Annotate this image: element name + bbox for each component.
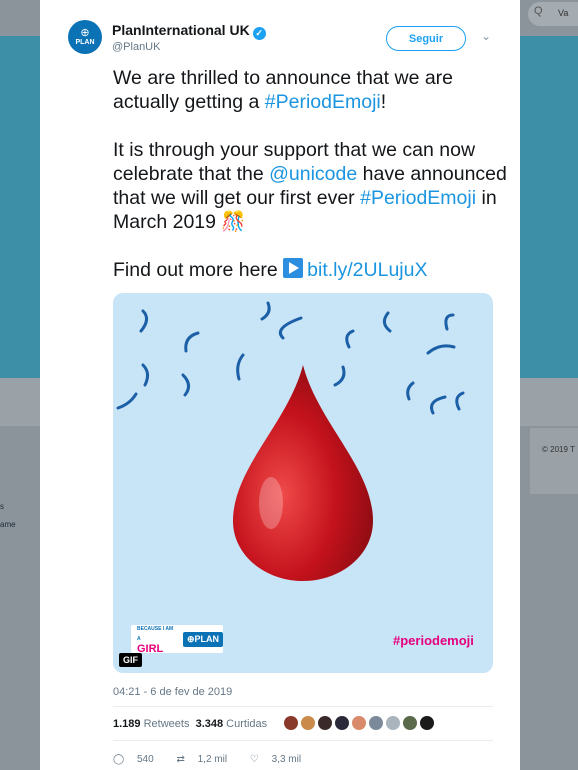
confetti-decoration [116,301,465,415]
liker-avatar[interactable] [301,716,315,730]
divider [113,740,493,741]
profile-banner-left [0,36,40,378]
divider [113,706,493,707]
tweet-media-gif[interactable]: BECAUSE I AM A GIRL ⊕PLAN #periodemoji GI… [113,293,493,673]
author-handle[interactable]: @PlanUK [112,41,160,53]
liker-avatar[interactable] [420,716,434,730]
background-search-text: Va [558,8,569,18]
retweet-button[interactable]: ⇄ 1,2 mil [176,754,237,765]
tweet-actions: ◯ 540 ⇄ 1,2 mil ♡ 3,3 mil [113,754,321,765]
media-hashtag-text: #periodemoji [393,633,474,648]
liker-avatar[interactable] [352,716,366,730]
retweets-label[interactable]: Retweets [144,718,190,730]
liker-avatar[interactable] [284,716,298,730]
play-button-icon [283,258,304,278]
tweet-text: We are thrilled to announce that we are … [113,66,508,282]
hashtag-link[interactable]: #PeriodEmoji [265,91,381,113]
retweet-icon: ⇄ [176,754,185,765]
profile-nav-band-left [0,378,40,426]
follow-button[interactable]: Seguir [386,26,466,51]
likes-count[interactable]: 3.348 [196,718,224,730]
author-avatar[interactable]: ⊕ PLAN [68,20,102,54]
media-artwork [116,301,465,581]
gif-badge: GIF [119,653,142,667]
plan-logo-text: ⊕PLAN [182,631,223,647]
reply-icon: ◯ [113,754,125,765]
plan-globe-icon: ⊕ [80,26,90,39]
liker-avatars [284,716,437,735]
background-left-column: s ame [0,0,40,770]
mention-link[interactable]: @unicode [269,163,357,185]
url-link[interactable]: bit.ly/2ULujuX [307,259,427,281]
plan-girl-logo: BECAUSE I AM A GIRL ⊕PLAN [131,625,223,655]
girl-logo-text: BECAUSE I AM A GIRL [137,626,174,655]
profile-banner-right [520,36,578,378]
background-side-text: s ame [0,502,16,529]
tweet-paragraph-2: It is through your support that we can n… [113,139,507,233]
search-icon: Q [534,5,543,17]
period-drop-emoji [233,365,373,581]
footer-card [530,428,578,494]
chevron-down-icon[interactable]: ⌄ [481,29,491,43]
verified-badge-icon: ✓ [252,27,266,40]
heart-icon: ♡ [249,754,259,765]
copyright-text: © 2019 T [542,445,575,454]
profile-nav-band-right [520,378,578,426]
author-name[interactable]: PlanInternational UK ✓ [112,22,266,40]
liker-avatar[interactable] [335,716,349,730]
retweets-count[interactable]: 1.189 [113,718,141,730]
avatar-label: PLAN [75,38,95,46]
like-button[interactable]: ♡ 3,3 mil [250,754,311,765]
liker-avatar[interactable] [369,716,383,730]
background-right-column: Q Va © 2019 T [520,0,578,770]
tweet-timestamp[interactable]: 04:21 - 6 de fev de 2019 [113,686,232,698]
engagement-stats: 1.189 Retweets 3.348 Curtidas [113,718,267,730]
likes-label[interactable]: Curtidas [226,718,267,730]
liker-avatar[interactable] [318,716,332,730]
liker-avatar[interactable] [386,716,400,730]
tweet-paragraph-1: We are thrilled to announce that we are … [113,67,454,113]
liker-avatar[interactable] [403,716,417,730]
hashtag-link[interactable]: #PeriodEmoji [360,187,476,209]
reply-button[interactable]: ◯ 540 [113,754,164,765]
tweet-paragraph-3: Find out more here bit.ly/2ULujuX [113,258,428,281]
